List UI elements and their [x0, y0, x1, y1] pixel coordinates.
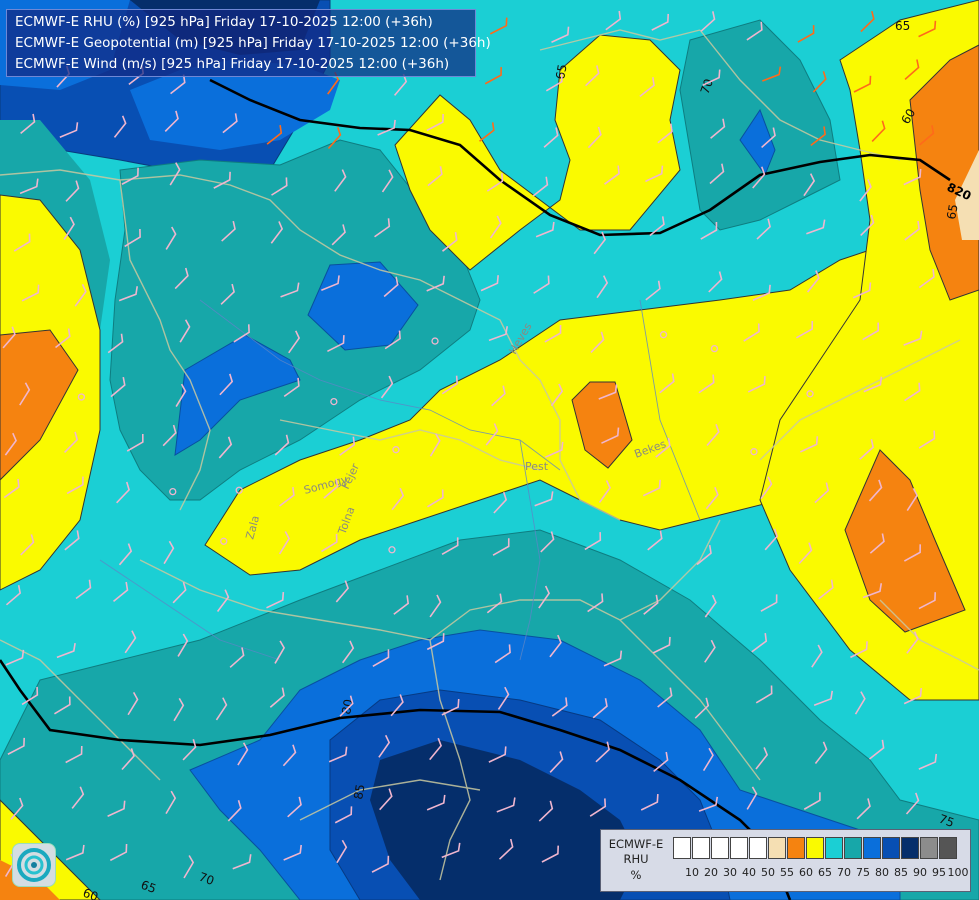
legend-title-model: ECMWF-E: [608, 837, 664, 851]
contour-label: 85: [351, 783, 367, 800]
legend-swatch: [787, 837, 805, 859]
legend-swatch: [673, 837, 691, 859]
legend-swatch: [844, 837, 862, 859]
legend-swatch: [730, 837, 748, 859]
map-title-box: ECMWF-E RHU (%) [925 hPa] Friday 17-10-2…: [6, 9, 491, 77]
contour-label: 65: [895, 19, 910, 33]
legend-swatch: [882, 837, 900, 859]
legend-swatch-label: 100: [947, 866, 969, 879]
weather-map: 65 70 60 65 65 70 75 80 85 65 60 820 Hev…: [0, 0, 979, 900]
contour-label: 80: [339, 698, 355, 715]
region-label-pest: Pest: [525, 460, 549, 473]
title-rhu: ECMWF-E RHU (%) [925 hPa] Friday 17-10-2…: [15, 14, 433, 30]
legend-swatch: [692, 837, 710, 859]
legend-title-variable: RHU: [623, 852, 649, 866]
legend-swatch: [901, 837, 919, 859]
title-wind: ECMWF-E Wind (m/s) [925 hPa] Friday 17-1…: [15, 56, 450, 72]
title-geopotential: ECMWF-E Geopotential (m) [925 hPa] Frida…: [15, 35, 491, 51]
legend-swatch: [749, 837, 767, 859]
legend-swatch: [825, 837, 843, 859]
contour-label: 65: [944, 203, 960, 220]
ecmwf-logo: [12, 843, 56, 887]
legend-swatch: [711, 837, 729, 859]
legend-title-unit: %: [630, 868, 642, 882]
legend-swatch: [863, 837, 881, 859]
legend-swatch: [806, 837, 824, 859]
rhu-legend: ECMWF-E RHU % 10 20 30 40 50 55 60 65 70 75 80 85 90…: [600, 829, 971, 892]
legend-swatch: [920, 837, 938, 859]
ecmwf-swirl-icon: [17, 848, 51, 882]
legend-swatch: [768, 837, 786, 859]
legend-swatch: [939, 837, 957, 859]
